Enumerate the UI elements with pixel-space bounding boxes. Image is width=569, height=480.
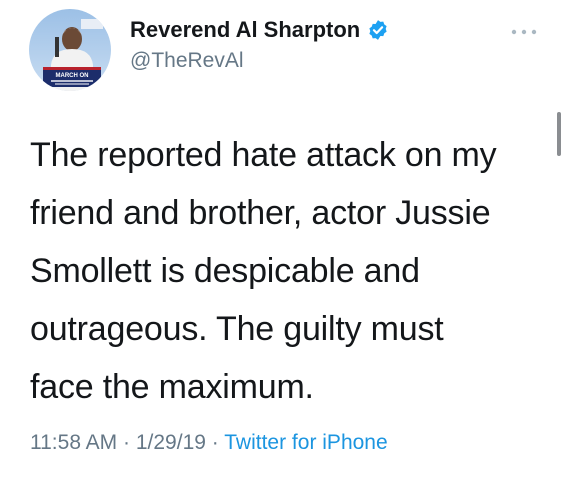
meta-separator: · (211, 431, 219, 454)
tweet-metadata: 11:58 AM · 1/29/19 · Twitter for iPhone (30, 431, 388, 455)
tweet-card: MARCH ON Reverend Al Sharpton @TheRevAl … (0, 0, 569, 480)
avatar-photo: MARCH ON (29, 9, 111, 91)
author-name-row[interactable]: Reverend Al Sharpton (130, 17, 389, 43)
tweet-text-line: outrageous. The guilty must (30, 310, 444, 348)
tweet-text-line: Smollett is despicable and (30, 252, 420, 290)
author-handle[interactable]: @TheRevAl (130, 49, 244, 73)
tweet-date[interactable]: 1/29/19 (136, 431, 206, 454)
more-options-icon[interactable] (510, 28, 538, 36)
tweet-text-line: face the maximum. (30, 368, 314, 406)
scrollbar-thumb[interactable] (557, 112, 561, 156)
tweet-text-line: friend and brother, actor Jussie (30, 194, 491, 232)
meta-separator: · (123, 431, 131, 454)
tweet-source-link[interactable]: Twitter for iPhone (224, 431, 387, 454)
avatar-sign-text: MARCH ON (56, 73, 89, 79)
verified-badge-icon (369, 20, 387, 40)
tweet-text-line: The reported hate attack on my (30, 136, 497, 174)
display-name[interactable]: Reverend Al Sharpton (130, 17, 360, 43)
tweet-text: The reported hate attack on my friend an… (30, 126, 555, 416)
avatar[interactable]: MARCH ON (29, 9, 111, 91)
tweet-time[interactable]: 11:58 AM (30, 431, 117, 454)
